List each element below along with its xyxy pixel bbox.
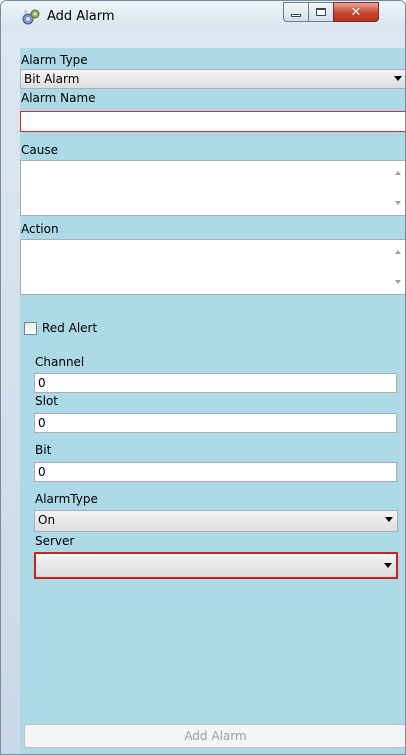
bit-label: Bit [35, 443, 52, 457]
server-select[interactable] [34, 552, 398, 579]
server-label: Server [35, 534, 75, 548]
bit-input[interactable]: 0 [34, 462, 397, 482]
alarm-name-label: Alarm Name [21, 91, 96, 105]
cause-label: Cause [21, 143, 58, 157]
alarm-type-label: Alarm Type [21, 53, 88, 67]
form-panel: Alarm Type Bit Alarm Alarm Name Cause Ac… [20, 48, 405, 754]
maximize-button[interactable] [308, 2, 334, 22]
minimize-icon [291, 13, 301, 17]
alarmtype-label: AlarmType [35, 492, 98, 506]
close-button[interactable]: ✕ [333, 2, 379, 22]
minimize-button[interactable] [283, 2, 309, 22]
channel-input[interactable]: 0 [34, 373, 397, 393]
scroll-down-icon[interactable] [395, 280, 401, 284]
alarm-type-select[interactable]: Bit Alarm [20, 69, 405, 89]
dropdown-arrow-icon [385, 517, 393, 522]
alarm-type-value: Bit Alarm [24, 72, 80, 86]
alarm-name-input[interactable] [20, 111, 405, 132]
dropdown-arrow-icon [394, 76, 402, 81]
close-icon: ✕ [350, 4, 362, 20]
red-alert-label: Red Alert [42, 321, 98, 335]
slot-label: Slot [35, 394, 58, 408]
cause-textarea[interactable] [20, 160, 405, 216]
cause-scrollbar[interactable] [389, 161, 405, 215]
app-gear-icon [21, 7, 41, 27]
alarmtype-value: On [38, 513, 56, 527]
title-bar[interactable]: Add Alarm ✕ [1, 1, 405, 31]
dropdown-arrow-icon [384, 563, 392, 568]
scroll-up-icon[interactable] [395, 171, 401, 175]
add-alarm-window: Add Alarm ✕ Alarm Type Bit Alarm Alarm N… [0, 0, 406, 755]
alarmtype-select[interactable]: On [34, 510, 398, 532]
red-alert-checkbox[interactable] [24, 322, 37, 335]
window-title: Add Alarm [47, 9, 115, 24]
action-textarea[interactable] [20, 239, 405, 295]
channel-label: Channel [35, 355, 85, 369]
add-alarm-button[interactable]: Add Alarm [24, 724, 405, 748]
scroll-down-icon[interactable] [395, 201, 401, 205]
maximize-icon [316, 8, 326, 16]
slot-input[interactable]: 0 [34, 413, 397, 433]
scroll-up-icon[interactable] [395, 250, 401, 254]
action-label: Action [21, 222, 59, 236]
action-scrollbar[interactable] [389, 240, 405, 294]
